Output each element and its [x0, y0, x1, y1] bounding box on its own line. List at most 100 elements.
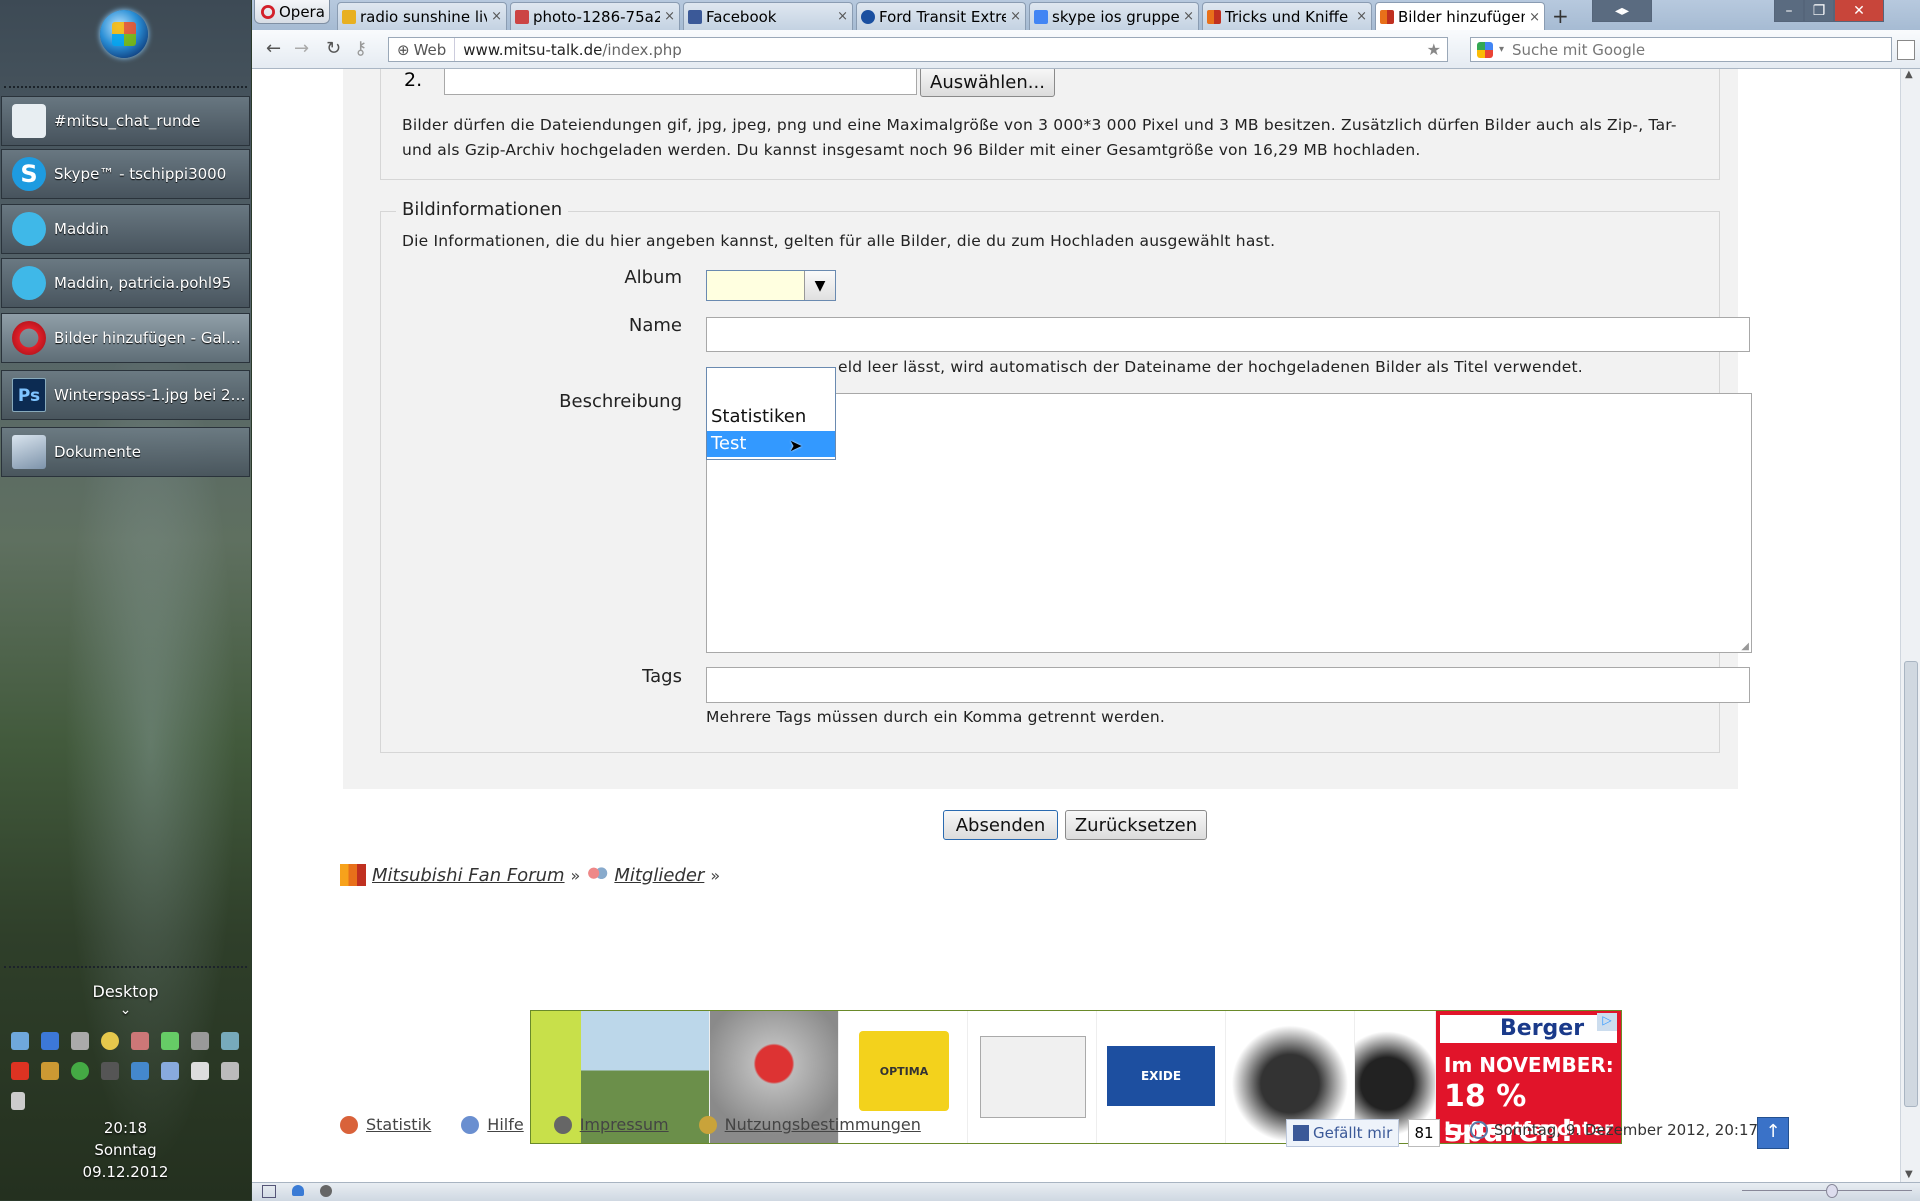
shield-icon[interactable] — [71, 1062, 89, 1080]
tab-facebook[interactable]: Facebook × — [683, 2, 853, 30]
page-scrollbar[interactable]: ▲ ▼ — [1900, 69, 1920, 1182]
resize-handle-icon[interactable]: ◢ — [1741, 641, 1749, 652]
taskbar-item-chat-runde[interactable]: #mitsu_chat_runde — [1, 96, 250, 146]
display-icon[interactable] — [221, 1032, 239, 1050]
clock-icon — [1470, 1121, 1488, 1139]
close-icon[interactable]: × — [664, 9, 675, 24]
footer-links: Statistik Hilfe Impressum Nutzungsbestim… — [340, 1115, 921, 1134]
taskbar-item-opera[interactable]: Bilder hinzufügen - Galerie... — [1, 313, 250, 363]
footer-link-nutzungsbestimmungen[interactable]: Nutzungsbestimmungen — [725, 1115, 921, 1134]
tab-arrows-icon[interactable]: ◂▸ — [1592, 0, 1652, 22]
chevron-down-icon[interactable]: ⌄ — [0, 1002, 251, 1018]
app-icon[interactable] — [41, 1062, 59, 1080]
minimize-icon[interactable]: – — [1774, 0, 1804, 22]
album-option-test[interactable]: Test — [707, 431, 835, 457]
moon-icon[interactable] — [101, 1032, 119, 1050]
footer-link-hilfe[interactable]: Hilfe — [487, 1115, 523, 1134]
reset-button[interactable]: Zurücksetzen — [1065, 810, 1207, 840]
panels-icon[interactable] — [262, 1185, 276, 1198]
choose-file-button[interactable]: Auswählen... — [920, 69, 1055, 97]
desktop-toolbar-label[interactable]: Desktop — [0, 982, 251, 1001]
globe-icon: ⊕ — [397, 40, 410, 59]
close-icon[interactable]: × — [1529, 10, 1540, 25]
name-input[interactable] — [706, 317, 1750, 352]
close-icon[interactable]: × — [491, 9, 502, 24]
volume-icon[interactable] — [11, 1092, 25, 1110]
tab-radio-sunshine[interactable]: radio sunshine live... × — [337, 2, 507, 30]
documents-icon — [12, 435, 46, 469]
album-option-empty[interactable] — [707, 368, 835, 394]
description-textarea[interactable]: ◢ — [706, 393, 1752, 653]
zoom-slider-handle[interactable] — [1826, 1184, 1838, 1198]
url-text[interactable]: www.mitsu-talk.de/index.php — [455, 41, 681, 59]
tab-bilder-hinzufuegen[interactable]: Bilder hinzufügen ... × — [1375, 2, 1545, 31]
panel-toggle-icon[interactable] — [1897, 40, 1915, 60]
update-icon[interactable] — [41, 1032, 59, 1050]
printer-icon[interactable] — [71, 1032, 89, 1050]
back-icon[interactable]: ← — [266, 38, 281, 59]
monitor-icon[interactable] — [161, 1062, 179, 1080]
unite-icon[interactable] — [292, 1185, 304, 1196]
close-window-icon[interactable]: ✕ — [1834, 0, 1884, 22]
forward-icon[interactable]: → — [294, 38, 309, 59]
close-icon[interactable]: × — [1010, 9, 1021, 24]
album-select[interactable]: ▼ — [706, 270, 836, 301]
breadcrumb-separator: » — [570, 865, 581, 885]
signal-icon[interactable] — [131, 1062, 149, 1080]
breadcrumb-forum-link[interactable]: Mitsubishi Fan Forum — [372, 865, 565, 886]
web-badge[interactable]: ⊕ Web — [389, 38, 456, 61]
close-icon[interactable]: × — [837, 9, 848, 24]
facebook-like-button[interactable]: Gefällt mir — [1286, 1119, 1400, 1147]
tab-skype-ios[interactable]: skype ios gruppen... × — [1029, 2, 1199, 30]
tools-icon[interactable] — [131, 1032, 149, 1050]
new-tab-button[interactable]: + — [1552, 4, 1569, 28]
scroll-to-top-icon[interactable]: ↑ — [1757, 1117, 1789, 1149]
device-icon[interactable] — [191, 1032, 209, 1050]
key-icon[interactable]: ⚷ — [354, 38, 367, 59]
footer-link-impressum[interactable]: Impressum — [580, 1115, 669, 1134]
search-engine-chevron-icon[interactable]: ▾ — [1499, 44, 1504, 55]
search-field[interactable]: ▾ Suche mit Google — [1470, 37, 1892, 62]
antivirus-icon[interactable] — [11, 1062, 29, 1080]
opera-logo-icon — [261, 4, 275, 19]
footer-link-statistik[interactable]: Statistik — [366, 1115, 431, 1134]
turbo-icon[interactable] — [320, 1185, 332, 1197]
network-icon[interactable] — [11, 1032, 29, 1050]
submit-button[interactable]: Absenden — [943, 810, 1058, 840]
opera-menu-button[interactable]: Opera — [254, 0, 330, 24]
adchoices-icon[interactable]: ▷ — [1597, 1013, 1617, 1031]
taskbar-grip — [4, 86, 247, 94]
clock[interactable]: 20:18 Sonntag 09.12.2012 — [0, 1117, 251, 1183]
taskbar-item-skype[interactable]: S Skype™ - tschippi3000 — [1, 149, 250, 199]
taskbar-item-label: Bilder hinzufügen - Galerie... — [54, 329, 249, 347]
flag-icon[interactable] — [191, 1062, 209, 1080]
tab-title: radio sunshine live... — [360, 7, 487, 26]
chevron-down-icon[interactable]: ▼ — [804, 271, 835, 300]
album-dropdown-list[interactable]: Statistiken Test ➤ — [706, 367, 836, 460]
reload-icon[interactable]: ↻ — [326, 38, 341, 59]
usb-icon[interactable] — [101, 1062, 119, 1080]
tab-tricks-kniffe[interactable]: Tricks und Kniffe z... × — [1202, 2, 1372, 30]
album-option-statistiken[interactable]: Statistiken — [707, 404, 835, 430]
close-icon[interactable]: × — [1356, 9, 1367, 24]
tags-input[interactable] — [706, 667, 1750, 703]
bookmark-star-icon[interactable]: ★ — [1427, 40, 1441, 59]
address-field[interactable]: ⊕ Web www.mitsu-talk.de/index.php ★ — [388, 37, 1448, 62]
taskbar-item-dokumente[interactable]: Dokumente — [1, 427, 250, 477]
scroll-down-icon[interactable]: ▼ — [1905, 1169, 1913, 1180]
taskbar-item-maddin-patricia[interactable]: Maddin, patricia.pohl95 — [1, 258, 250, 308]
close-icon[interactable]: × — [1183, 9, 1194, 24]
scrollbar-thumb[interactable] — [1904, 661, 1918, 1107]
sync-icon[interactable] — [161, 1032, 179, 1050]
file-path-input[interactable] — [444, 69, 917, 95]
restore-icon[interactable]: ❐ — [1804, 0, 1834, 22]
start-orb[interactable] — [100, 10, 148, 58]
network-status-icon[interactable] — [221, 1062, 239, 1080]
taskbar-item-maddin[interactable]: Maddin — [1, 204, 250, 254]
scroll-up-icon[interactable]: ▲ — [1905, 69, 1913, 80]
tab-photo[interactable]: photo-1286-75a2f... × — [510, 2, 680, 30]
tab-ford-transit[interactable]: Ford Transit Extre... × — [856, 2, 1026, 30]
taskbar-item-photoshop[interactable]: Ps Winterspass-1.jpg bei 25% ... — [1, 370, 250, 420]
album-label: Album — [624, 267, 682, 288]
breadcrumb-members-link[interactable]: Mitglieder — [614, 865, 704, 886]
